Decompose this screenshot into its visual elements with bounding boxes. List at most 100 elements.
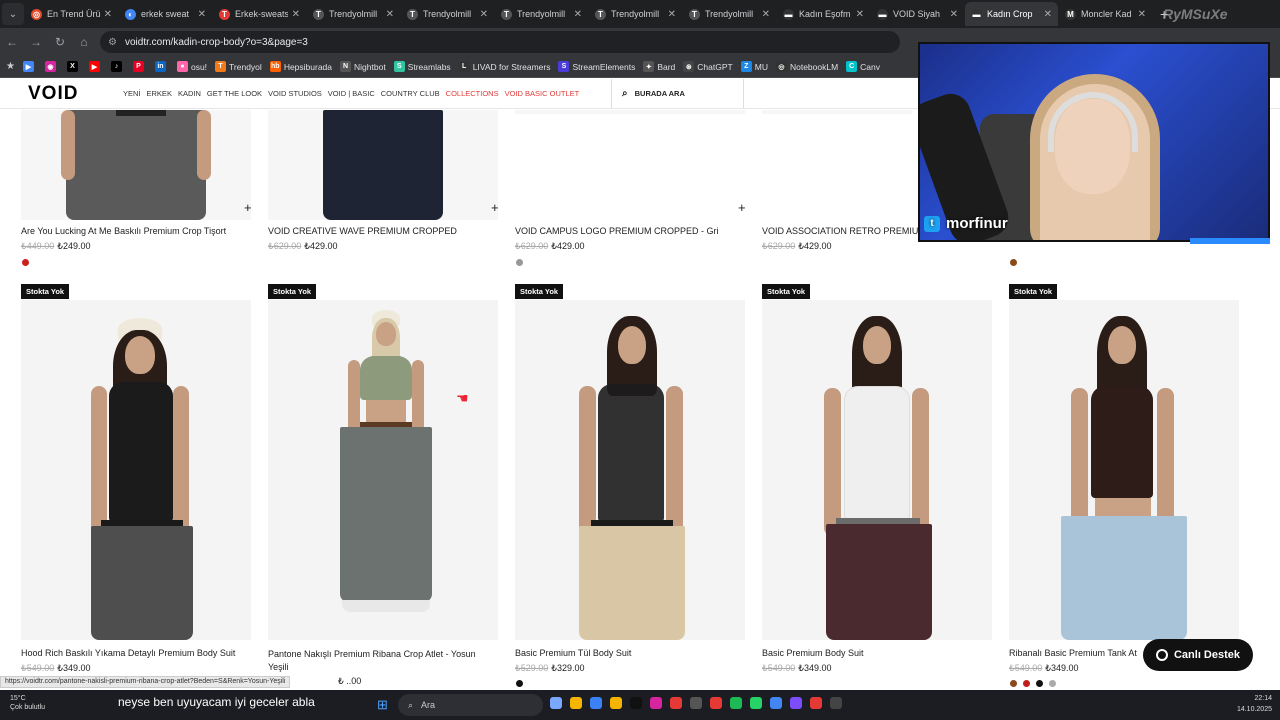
product-name[interactable]: Pantone Nakışlı Premium Ribana Crop Atle… (268, 648, 496, 674)
reload-button[interactable]: ↻ (48, 35, 72, 49)
site-info-icon[interactable]: ⚙ (108, 37, 117, 48)
browser-tab[interactable]: ◐ erkek sweat ✕ (119, 2, 212, 26)
taskbar-app-icon[interactable] (730, 697, 742, 709)
product-name[interactable]: Are You Lucking At Me Baskılı Premium Cr… (21, 226, 226, 236)
color-swatch[interactable] (1036, 680, 1043, 687)
color-swatch[interactable] (516, 680, 523, 687)
close-tab-icon[interactable]: ✕ (856, 9, 864, 20)
product-image[interactable] (268, 300, 498, 640)
taskbar-app-icon[interactable] (710, 697, 722, 709)
product-image[interactable] (21, 110, 251, 220)
close-tab-icon[interactable]: ✕ (104, 9, 112, 20)
product-image[interactable] (515, 300, 745, 640)
nav-link[interactable]: VOID | BASIC (328, 89, 375, 98)
close-tab-icon[interactable]: ✕ (198, 9, 206, 20)
product-name[interactable]: Basic Premium Body Suit (762, 648, 864, 658)
browser-tab[interactable]: T Erkek-sweats ✕ (213, 2, 306, 26)
taskbar-app-icon[interactable] (670, 697, 682, 709)
product-name[interactable]: Hood Rich Baskılı Yıkama Detaylı Premium… (21, 648, 235, 658)
browser-tab[interactable]: T Trendyolmill ✕ (683, 2, 776, 26)
browser-tab[interactable]: ▬ Kadın Eşofm ✕ (777, 2, 870, 26)
product-image[interactable] (515, 110, 745, 114)
color-swatch[interactable] (1010, 680, 1017, 687)
color-swatch[interactable] (1010, 259, 1017, 266)
close-tab-icon[interactable]: ✕ (1138, 9, 1146, 20)
bookmark-item[interactable]: ◉ (44, 61, 59, 72)
site-search-input[interactable]: ⌕ BURADA ARA (611, 79, 744, 108)
product-name[interactable]: VOID CAMPUS LOGO PREMIUM CROPPED - Gri (515, 226, 719, 236)
nav-link[interactable]: VOID BASIC OUTLET (505, 89, 580, 98)
add-to-cart-icon[interactable]: + (738, 200, 746, 215)
url-input[interactable]: ⚙ voidtr.com/kadin-crop-body?o=3&page=3 (100, 31, 900, 53)
nav-link[interactable]: COUNTRY CLUB (381, 89, 440, 98)
add-to-cart-icon[interactable]: + (491, 200, 499, 215)
color-swatch[interactable] (516, 259, 523, 266)
bookmark-item[interactable]: T Trendyol (215, 61, 262, 72)
bookmark-item[interactable]: ✦ Bard (643, 61, 675, 72)
taskbar-search[interactable]: ⌕ Ara (398, 694, 543, 716)
bookmark-item[interactable]: ⊛ ChatGPT (683, 61, 733, 72)
taskbar-app-icon[interactable] (810, 697, 822, 709)
bookmark-item[interactable]: ▶ (88, 61, 103, 72)
star-icon[interactable]: ★ (6, 61, 15, 72)
taskbar-app-icon[interactable] (790, 697, 802, 709)
nav-link[interactable]: COLLECTIONS (446, 89, 499, 98)
bookmark-item[interactable]: ● osu! (176, 61, 207, 72)
back-button[interactable]: ← (0, 35, 24, 49)
browser-tab[interactable]: T Trendyolmill ✕ (401, 2, 494, 26)
close-tab-icon[interactable]: ✕ (574, 9, 582, 20)
taskbar-app-icon[interactable] (750, 697, 762, 709)
bookmark-item[interactable]: S StreamElements (558, 61, 635, 72)
site-logo[interactable]: VOID (28, 83, 118, 105)
bookmark-item[interactable]: S Streamlabs (393, 61, 451, 72)
taskbar-app-icon[interactable] (610, 697, 622, 709)
nav-link[interactable]: YENİ (123, 89, 141, 98)
product-image[interactable] (762, 110, 912, 114)
taskbar-app-icon[interactable] (650, 697, 662, 709)
bookmark-item[interactable]: ▶ (22, 61, 37, 72)
bookmark-item[interactable]: Z MU (740, 61, 768, 72)
browser-tab[interactable]: T Trendyolmill ✕ (307, 2, 400, 26)
live-support-button[interactable]: Canlı Destek (1143, 639, 1253, 671)
close-tab-icon[interactable]: ✕ (480, 9, 488, 20)
browser-tab[interactable]: ▬ VOID Siyah ✕ (871, 2, 964, 26)
close-tab-icon[interactable]: ✕ (762, 9, 770, 20)
browser-tab[interactable]: ▬ Kadın Crop ✕ (965, 2, 1058, 26)
close-tab-icon[interactable]: ✕ (950, 9, 958, 20)
bookmark-item[interactable]: L LIVAD for Streamers (458, 61, 550, 72)
product-image[interactable] (762, 300, 992, 640)
product-name[interactable]: VOID CREATIVE WAVE PREMIUM CROPPED (268, 226, 457, 236)
browser-tab[interactable]: T Trendyolmill ✕ (495, 2, 588, 26)
taskbar-app-icon[interactable] (630, 697, 642, 709)
taskbar-app-icon[interactable] (550, 697, 562, 709)
system-clock[interactable]: 22:14 14.10.2025 (1237, 693, 1272, 715)
close-tab-icon[interactable]: ✕ (668, 9, 676, 20)
home-button[interactable]: ⌂ (72, 35, 96, 49)
windows-start-icon[interactable]: ⊞ (377, 697, 388, 713)
tab-search-button[interactable]: ⌄ (2, 3, 24, 25)
taskbar-app-icon[interactable] (570, 697, 582, 709)
nav-link[interactable]: GET THE LOOK (207, 89, 262, 98)
close-tab-icon[interactable]: ✕ (386, 9, 394, 20)
browser-tab[interactable]: ◎ En Trend Ürü ✕ (25, 2, 118, 26)
bookmark-item[interactable]: C Canv (846, 61, 880, 72)
bookmark-item[interactable]: in (154, 61, 169, 72)
taskbar-app-icon[interactable] (690, 697, 702, 709)
browser-tab[interactable]: T Trendyolmill ✕ (589, 2, 682, 26)
bookmark-item[interactable]: ◎ NotebookLM (775, 61, 838, 72)
taskbar-app-icon[interactable] (830, 697, 842, 709)
add-to-cart-icon[interactable]: + (244, 200, 252, 215)
bookmark-item[interactable]: P (132, 61, 147, 72)
color-swatch[interactable] (1023, 680, 1030, 687)
browser-tab[interactable]: M Moncler Kad ✕ (1059, 2, 1152, 26)
product-name[interactable]: VOID ASSOCIATION RETRO PREMIUM (762, 226, 926, 236)
forward-button[interactable]: → (24, 35, 48, 49)
bookmark-item[interactable]: N Nightbot (340, 61, 386, 72)
nav-link[interactable]: ERKEK (147, 89, 172, 98)
close-tab-icon[interactable]: ✕ (1044, 9, 1052, 20)
product-image[interactable] (21, 300, 251, 640)
product-name[interactable]: Ribanalı Basic Premium Tank At (1009, 648, 1137, 658)
nav-link[interactable]: VOID STUDIOS (268, 89, 322, 98)
nav-link[interactable]: KADIN (178, 89, 201, 98)
bookmark-item[interactable]: ♪ (110, 61, 125, 72)
